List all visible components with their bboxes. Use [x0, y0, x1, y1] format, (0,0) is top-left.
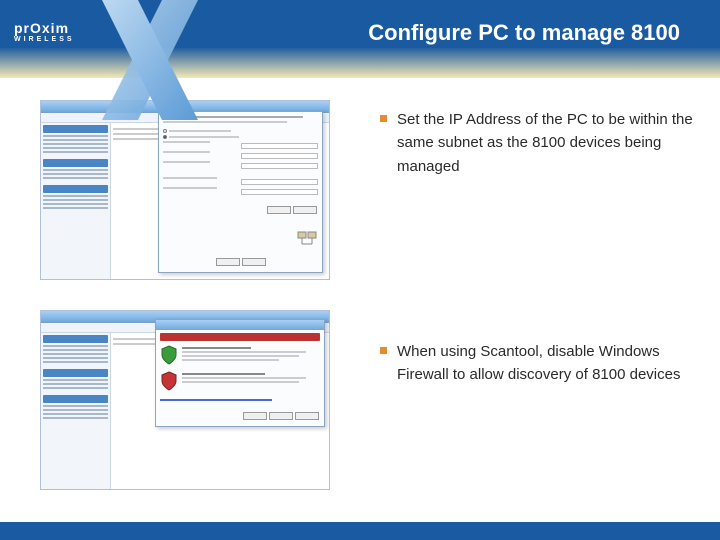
network-icon: [296, 230, 318, 248]
bullet-text: Set the IP Address of the PC to be withi…: [397, 108, 700, 178]
dialog-ip-properties: [158, 111, 323, 273]
screenshot-firewall: [40, 310, 330, 490]
bullet-icon: [380, 347, 387, 354]
bullet-text: When using Scantool, disable Windows Fir…: [397, 340, 700, 387]
row-ip-config: Set the IP Address of the PC to be withi…: [40, 100, 700, 280]
bullet-icon: [380, 115, 387, 122]
row-firewall: When using Scantool, disable Windows Fir…: [40, 310, 700, 490]
brand-name: prOxim: [14, 20, 75, 36]
bullet-item: When using Scantool, disable Windows Fir…: [380, 340, 700, 387]
slide-title: Configure PC to manage 8100: [368, 20, 680, 46]
brand-x-icon: [90, 0, 210, 120]
footer-stripe: [0, 522, 720, 540]
bullet-item: Set the IP Address of the PC to be withi…: [380, 108, 700, 178]
dialog-firewall: [155, 319, 325, 427]
shield-on-icon: [160, 345, 178, 365]
brand-logo: prOxim WIRELESS: [14, 20, 75, 43]
screenshot-ip-settings: [40, 100, 330, 280]
brand-tagline: WIRELESS: [14, 36, 75, 43]
shield-off-icon: [160, 371, 178, 391]
slide-content: Set the IP Address of the PC to be withi…: [0, 100, 720, 520]
